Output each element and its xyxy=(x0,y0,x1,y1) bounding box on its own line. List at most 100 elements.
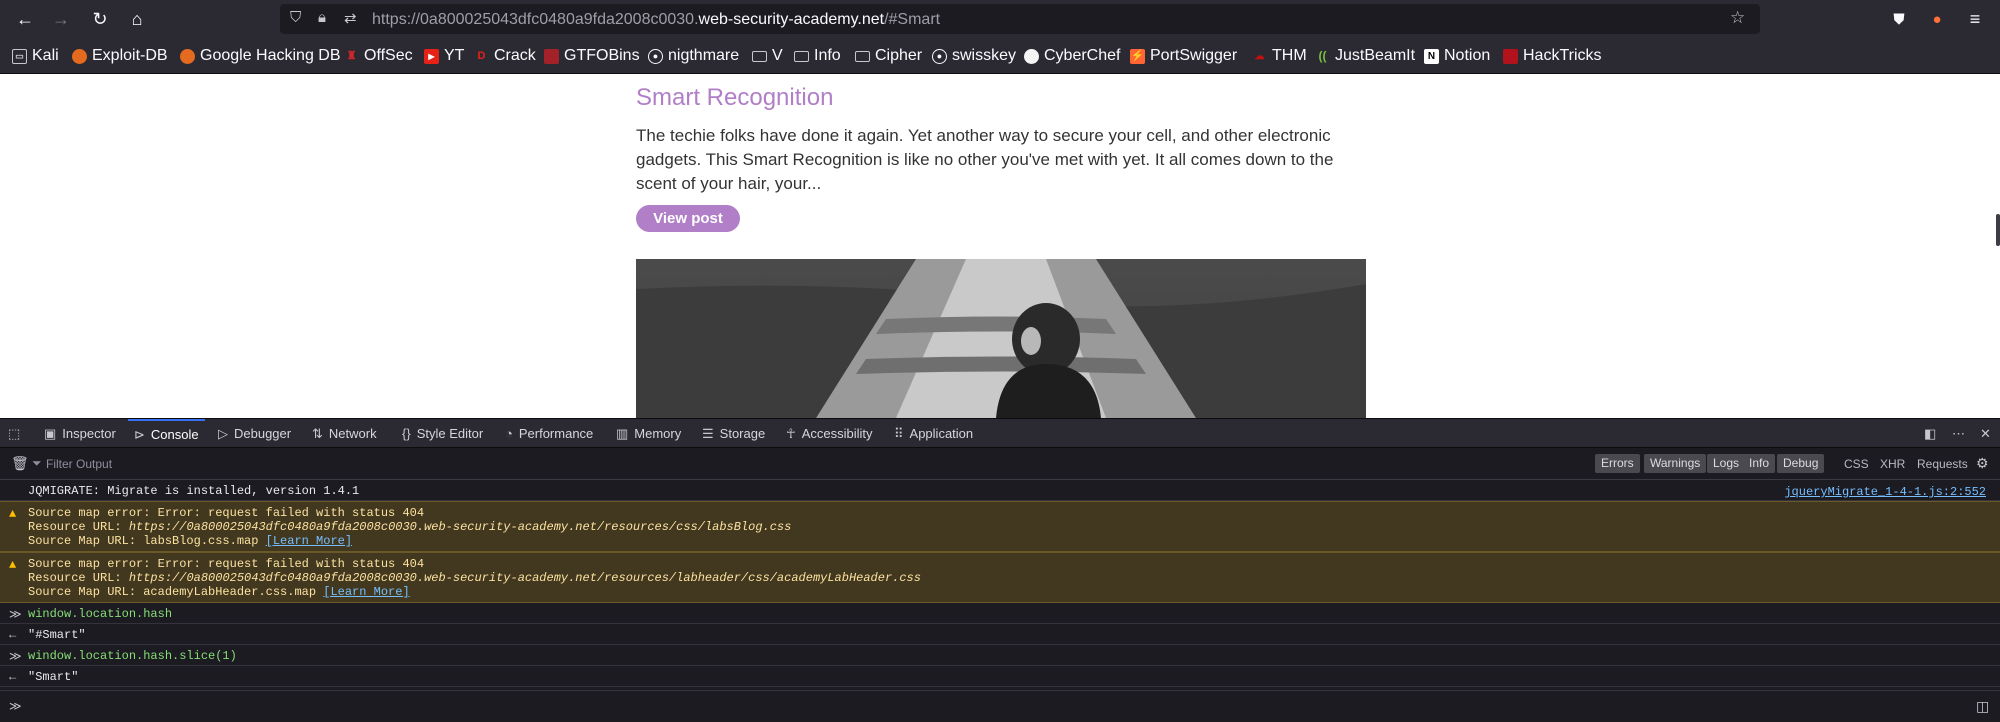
bookmark-label: Kali xyxy=(32,47,59,64)
bookmark-v[interactable]: V xyxy=(752,47,783,65)
bookmark-label: GTFOBins xyxy=(564,47,640,64)
bookmark-nigthmare[interactable]: ● nigthmare xyxy=(648,47,739,65)
pocket-icon[interactable]: ⛊ xyxy=(1886,6,1912,32)
tab-label: Memory xyxy=(634,426,682,441)
bookmark-gtfobins[interactable]: GTFOBins xyxy=(544,47,640,65)
shield-icon[interactable]: ⛉ xyxy=(290,9,301,26)
console-filter-bar: 🗑︎ ⏷ Filter Output Errors Warnings Logs … xyxy=(0,448,2000,480)
bookmark-offsec[interactable]: ♜ OffSec xyxy=(344,47,413,65)
console-command: ≫ window.location.hash.slice(1) xyxy=(0,645,2000,666)
ghdb-icon xyxy=(180,48,195,64)
view-post-button[interactable]: View post xyxy=(636,205,740,232)
devtools-options-button[interactable]: ⋯ xyxy=(1952,419,1965,448)
lock-icon[interactable]: 🔒︎ xyxy=(318,9,326,26)
bookmark-portswigger[interactable]: ⚡ PortSwigger xyxy=(1130,47,1237,65)
bookmark-kali[interactable]: ▭ Kali xyxy=(12,47,59,65)
console-log-message: JQMIGRATE: Migrate is installed, version… xyxy=(0,480,2000,501)
tab-label: Accessibility xyxy=(801,426,873,441)
bookmark-label: Info xyxy=(814,47,841,64)
console-warning-message: ▲ Source map error: Error: request faile… xyxy=(0,552,2000,603)
hacktricks-icon xyxy=(1503,48,1518,64)
gtfobins-icon xyxy=(544,48,559,64)
tab-label: Debugger xyxy=(234,426,292,441)
learn-more-link[interactable]: [Learn More] xyxy=(266,534,352,548)
tab-label: Style Editor xyxy=(416,426,484,441)
filter-css-button[interactable]: CSS xyxy=(1844,457,1869,471)
bookmark-label: HackTricks xyxy=(1523,47,1602,64)
close-devtools-button[interactable]: ✕ xyxy=(1980,419,1991,448)
picker-icon: ⬚ xyxy=(8,425,21,441)
navigation-toolbar: ← → ↻ ⌂ ⛉ 🔒︎ ⇄ https://0a800025043dfc048… xyxy=(0,0,2000,38)
result-text: "Smart" xyxy=(28,670,79,684)
editor-mode-icon[interactable]: ◫ xyxy=(1976,698,1989,715)
bookmark-hacktricks[interactable]: HackTricks xyxy=(1503,47,1602,65)
bookmark-cyberchef[interactable]: CyberChef xyxy=(1024,47,1120,65)
bookmark-yt[interactable]: ▶ YT xyxy=(424,47,464,65)
tab-memory[interactable]: ▥ Memory xyxy=(616,419,681,448)
bookmark-justbeamit[interactable]: ((JustBeamIt xyxy=(1315,47,1416,65)
console-result: ← "#Smart" xyxy=(0,624,2000,645)
warning-text: Source map error: Error: request failed … xyxy=(28,506,425,520)
filter-warnings-button[interactable]: Warnings xyxy=(1644,454,1707,473)
folder-icon: ▭ xyxy=(12,48,27,64)
offsec-icon: ♜ xyxy=(346,49,357,62)
bookmark-info[interactable]: Info xyxy=(794,47,841,65)
element-picker-button[interactable]: ⬚ xyxy=(8,419,20,448)
justbeamit-icon: (( xyxy=(1318,48,1327,63)
debugger-icon: ▷ xyxy=(218,425,228,441)
tab-network[interactable]: ⇅ Network xyxy=(312,419,377,448)
learn-more-link[interactable]: [Learn More] xyxy=(323,585,409,599)
console-input[interactable]: ≫ ◫ xyxy=(0,690,2000,722)
filter-info-button[interactable]: Info xyxy=(1743,454,1776,473)
permissions-icon[interactable]: ⇄ xyxy=(344,9,357,27)
tab-debugger[interactable]: ▷ Debugger xyxy=(218,419,291,448)
bookmark-exploit-db[interactable]: Exploit-DB xyxy=(72,47,168,65)
tab-performance[interactable]: ◔ Performance xyxy=(505,419,593,448)
home-button[interactable]: ⌂ xyxy=(124,6,150,32)
tab-style-editor[interactable]: {} Style Editor xyxy=(402,419,483,448)
bookmark-crack[interactable]: D Crack xyxy=(474,47,536,65)
portswigger-icon: ⚡ xyxy=(1130,48,1145,64)
bookmark-notion[interactable]: N Notion xyxy=(1424,47,1490,65)
filter-errors-button[interactable]: Errors xyxy=(1595,454,1640,473)
post-title[interactable]: Smart Recognition xyxy=(636,84,833,112)
youtube-icon: ▶ xyxy=(424,48,439,64)
bookmark-swisskey[interactable]: ● swisskey xyxy=(932,47,1016,65)
tab-label: Inspector xyxy=(62,426,116,441)
filter-requests-button[interactable]: Requests xyxy=(1917,457,1968,471)
tab-console[interactable]: ⊳ Console xyxy=(128,419,205,448)
filter-input[interactable]: Filter Output xyxy=(46,457,112,471)
menu-icon[interactable]: ≡ xyxy=(1962,6,1988,32)
page-scrollbar[interactable] xyxy=(1996,214,2000,246)
folder-icon xyxy=(794,50,809,62)
bookmark-google-hacking-db[interactable]: Google Hacking DB xyxy=(180,47,341,65)
warning-sourcemap-url: Source Map URL: labsBlog.css.map [Learn … xyxy=(28,534,353,548)
filter-logs-button[interactable]: Logs xyxy=(1707,454,1746,473)
bookmark-star-icon[interactable]: ☆ xyxy=(1730,8,1745,28)
bookmark-thm[interactable]: ☁ THM xyxy=(1252,47,1307,65)
trash-icon[interactable]: 🗑︎ xyxy=(11,455,29,472)
post-image[interactable] xyxy=(636,259,1366,418)
tab-accessibility[interactable]: ☥ Accessibility xyxy=(786,419,873,448)
console-output: JQMIGRATE: Migrate is installed, version… xyxy=(0,480,2000,690)
tab-inspector[interactable]: ▣ Inspector xyxy=(44,419,116,448)
bookmark-label: Exploit-DB xyxy=(92,47,168,64)
network-icon: ⇅ xyxy=(312,425,323,441)
url-text[interactable]: https://0a800025043dfc0480a9fda2008c0030… xyxy=(372,11,940,29)
tab-label: Network xyxy=(328,426,377,441)
dock-side-button[interactable]: ◧ xyxy=(1924,419,1936,448)
extension-icon[interactable]: ● xyxy=(1924,6,1950,32)
forward-button[interactable]: → xyxy=(48,6,74,32)
log-source-link[interactable]: jqueryMigrate_1-4-1.js:2:552 xyxy=(1784,485,1986,499)
back-button[interactable]: ← xyxy=(12,6,38,32)
folder-icon xyxy=(752,50,767,62)
filter-debug-button[interactable]: Debug xyxy=(1777,454,1825,473)
url-bar[interactable]: ⛉ 🔒︎ ⇄ https://0a800025043dfc0480a9fda20… xyxy=(280,4,1760,34)
reload-button[interactable]: ↻ xyxy=(87,6,113,32)
tab-application[interactable]: ⠿ Application xyxy=(894,419,973,448)
filter-xhr-button[interactable]: XHR xyxy=(1880,457,1905,471)
bookmark-label: V xyxy=(772,47,783,64)
bookmark-cipher[interactable]: Cipher xyxy=(855,47,922,65)
tab-storage[interactable]: ☰ Storage xyxy=(702,419,765,448)
settings-gear-icon[interactable]: ⚙ xyxy=(1976,455,1989,472)
